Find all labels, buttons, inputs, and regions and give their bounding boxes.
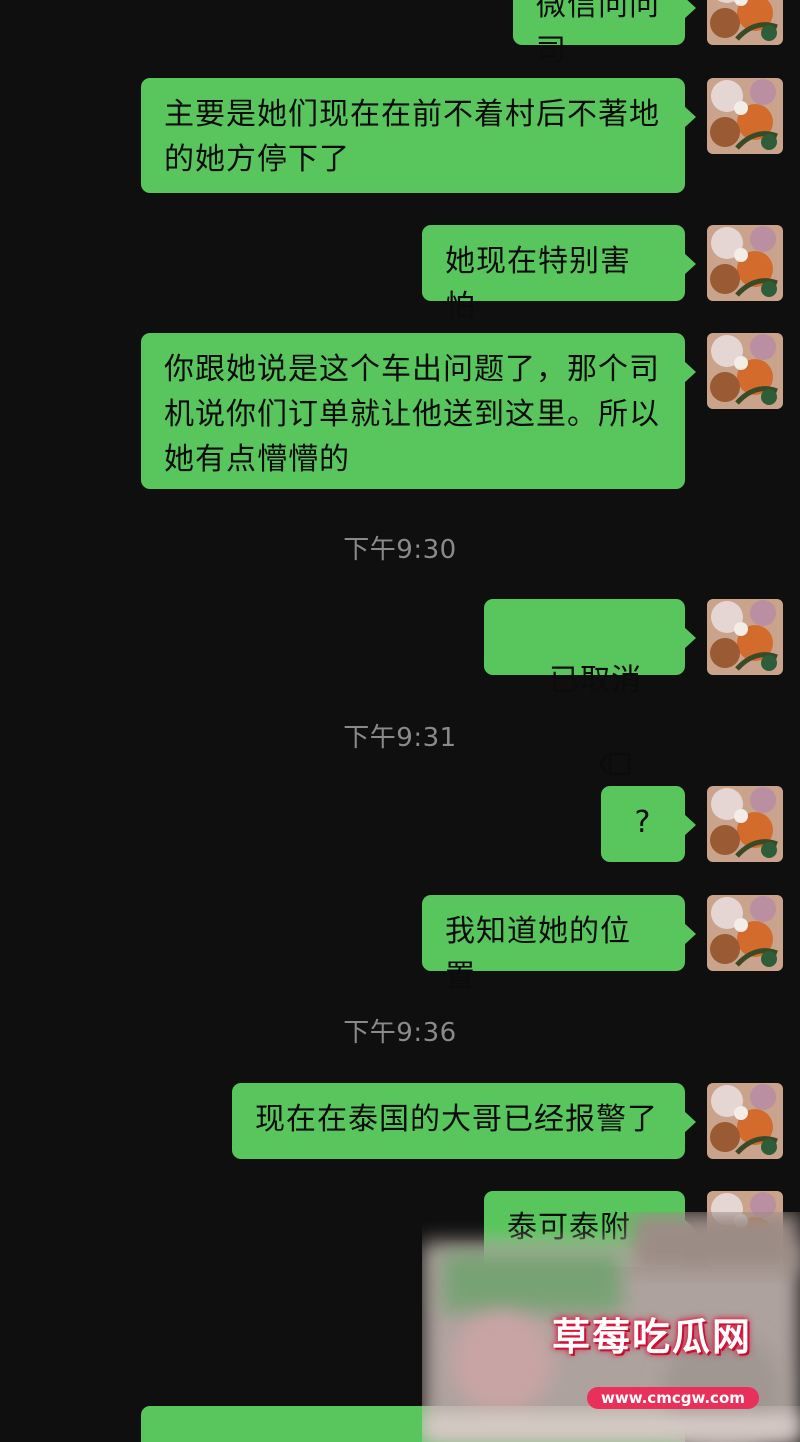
floral-avatar-icon	[707, 0, 783, 45]
message-bubble[interactable]: 现在在泰国的大哥已经报警了	[232, 1083, 696, 1159]
user-avatar[interactable]	[707, 225, 783, 301]
watermark-url: www.cmcgw.com	[587, 1387, 759, 1409]
floral-avatar-icon	[707, 1083, 783, 1159]
floral-avatar-icon	[707, 599, 783, 675]
timestamp: 下午9:30	[343, 535, 457, 565]
chat-screen: 微信问问司 主要是她们现在在前不着村后不著地 的她方停下了 她现在特别害怕 你跟…	[0, 0, 800, 1442]
user-avatar[interactable]	[707, 333, 783, 409]
user-avatar[interactable]	[707, 1083, 783, 1159]
canceled-call-bubble[interactable]: 已取消	[484, 599, 696, 776]
user-avatar[interactable]	[707, 895, 783, 971]
floral-avatar-icon	[707, 786, 783, 862]
call-status-text: 已取消	[549, 663, 643, 698]
message-bubble[interactable]: 我知道她的位置	[422, 895, 696, 994]
message-bubble[interactable]: 她现在特别害怕	[422, 225, 696, 324]
floral-avatar-icon	[707, 333, 783, 409]
timestamp: 下午9:36	[343, 1018, 457, 1048]
timestamp: 下午9:31	[343, 723, 457, 753]
floral-avatar-icon	[707, 225, 783, 301]
watermark-title: 草莓吃瓜网	[552, 1315, 753, 1359]
message-bubble[interactable]: 微信问问司	[513, 0, 696, 68]
floral-avatar-icon	[707, 895, 783, 971]
user-avatar[interactable]	[707, 599, 783, 675]
user-avatar[interactable]	[707, 0, 783, 45]
message-bubble[interactable]: 主要是她们现在在前不着村后不著地 的她方停下了	[141, 78, 696, 193]
message-bubble[interactable]: ?	[601, 786, 696, 862]
watermark-overlay: 草莓吃瓜网 www.cmcgw.com	[422, 1212, 800, 1442]
floral-avatar-icon	[707, 78, 783, 154]
message-bubble[interactable]: 你跟她说是这个车出问题了，那个司 机说你们订单就让他送到这里。所以 她有点懵懵的	[141, 333, 696, 489]
user-avatar[interactable]	[707, 786, 783, 862]
user-avatar[interactable]	[707, 78, 783, 154]
